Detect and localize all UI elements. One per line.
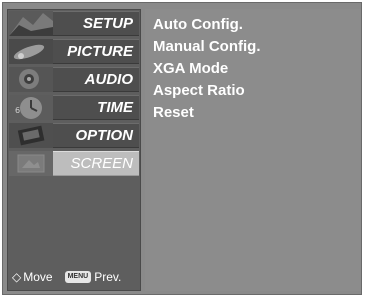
menu-item-time[interactable]: 6 TIME xyxy=(8,94,140,121)
screen-thumbnail-icon xyxy=(9,151,53,176)
option-thumbnail-icon xyxy=(9,123,53,148)
menu-item-setup[interactable]: SETUP xyxy=(8,10,140,37)
osd-frame: SETUP PICTURE AUDIO 6 TIME OPTION SCREEN… xyxy=(2,2,362,295)
menu-item-label: AUDIO xyxy=(84,71,133,88)
submenu-item-manual-config[interactable]: Manual Config. xyxy=(153,38,261,55)
menu-item-picture[interactable]: PICTURE xyxy=(8,38,140,65)
menu-key-badge: MENU xyxy=(64,271,92,283)
main-menu: SETUP PICTURE AUDIO 6 TIME OPTION SCREEN… xyxy=(7,9,141,291)
dpad-arrows-icon: ◇ xyxy=(12,270,22,284)
time-thumbnail-icon: 6 xyxy=(9,95,53,120)
menu-item-option[interactable]: OPTION xyxy=(8,122,140,149)
tv-osd-screen: SETUP PICTURE AUDIO 6 TIME OPTION SCREEN… xyxy=(0,0,365,298)
submenu-item-auto-config[interactable]: Auto Config. xyxy=(153,16,243,33)
menu-item-label: SETUP xyxy=(82,15,133,32)
menu-item-label: TIME xyxy=(97,99,133,116)
menu-item-label: SCREEN xyxy=(70,155,133,172)
prev-hint-label: Prev. xyxy=(94,270,122,284)
menu-item-audio[interactable]: AUDIO xyxy=(8,66,140,93)
menu-item-label: PICTURE xyxy=(67,43,133,60)
submenu-item-aspect-ratio[interactable]: Aspect Ratio xyxy=(153,82,245,99)
setup-thumbnail-icon xyxy=(9,11,53,36)
svg-text:6: 6 xyxy=(15,106,20,115)
move-hint-label: Move xyxy=(23,270,53,284)
menu-item-label: OPTION xyxy=(75,127,133,144)
navigation-hint: ◇ Move MENU Prev. xyxy=(12,270,121,284)
menu-item-screen[interactable]: SCREEN xyxy=(8,150,140,177)
picture-thumbnail-icon xyxy=(9,39,53,64)
submenu-item-xga-mode[interactable]: XGA Mode xyxy=(153,60,228,77)
submenu-item-reset[interactable]: Reset xyxy=(153,104,194,121)
submenu-panel: Auto Config. Manual Config. XGA Mode Asp… xyxy=(145,9,361,291)
audio-thumbnail-icon xyxy=(9,67,53,92)
